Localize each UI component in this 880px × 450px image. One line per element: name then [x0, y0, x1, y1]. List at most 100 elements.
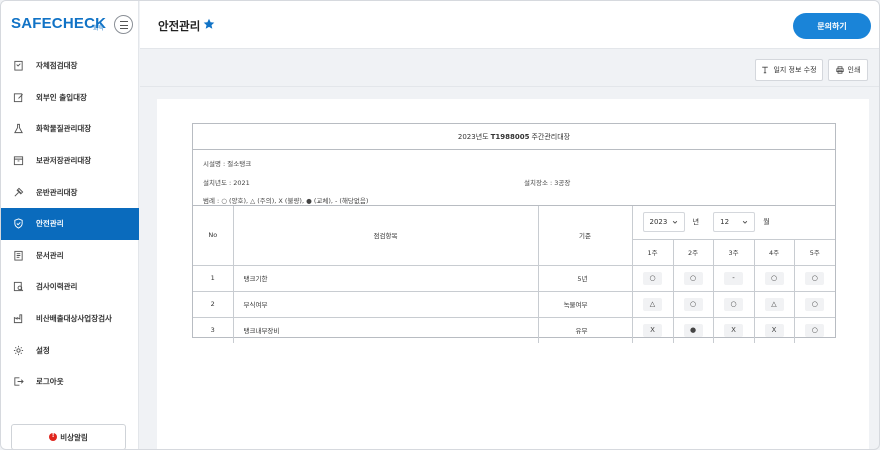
star-icon[interactable] [203, 18, 215, 30]
storage-box-icon [12, 155, 24, 167]
mark-cell[interactable]: ○ [793, 290, 836, 318]
mark-cell[interactable]: X [712, 316, 755, 343]
inspection-history-icon [12, 281, 24, 293]
contact-button[interactable]: 문의하기 [793, 13, 871, 39]
year-select[interactable]: 2023 [642, 212, 685, 233]
alert-icon [49, 432, 58, 441]
mark-cell[interactable]: ○ [793, 264, 836, 292]
hamburger-menu-icon[interactable] [114, 15, 133, 34]
table-row: 1 탱크기한 5년 ○ ○ - ○ ○ [193, 264, 836, 292]
logo-subtitle: 화학 [93, 25, 105, 32]
facility-name: 시설명 : 절소탱크 [203, 160, 252, 168]
emergency-alert-button[interactable]: 비상알림 [11, 424, 126, 449]
row-criteria: 5년 [537, 264, 633, 292]
doc-title-year: 2023년도 [457, 132, 489, 141]
sidebar-item-self-inspection[interactable]: 자체점검대장 [1, 50, 139, 82]
inspection-mark: ○ [683, 271, 703, 285]
sidebar-item-transport[interactable]: 운반관리대장 [1, 176, 139, 208]
edit-log-info-button[interactable]: 일지 정보 수정 [755, 59, 823, 81]
document-title: 2023년도 T1988005 주간관리대장 [193, 124, 835, 150]
sidebar-nav: 자체점검대장 외부인 출입대장 화학물질관리대장 보관저장관리대장 운반관리대장… [1, 50, 139, 398]
col-header-criteria: 기준 [537, 206, 633, 266]
mark-cell[interactable]: ○ [672, 290, 714, 318]
row-criteria: 유무 [537, 316, 633, 343]
inspection-mark: △ [643, 297, 662, 311]
sidebar-item-safety[interactable]: 안전관리 [1, 207, 139, 240]
page-header: 안전관리 문의하기 [140, 1, 879, 49]
mark-cell[interactable]: - [712, 264, 755, 292]
sidebar-item-label: 자체점검대장 [36, 61, 78, 71]
inspection-mark: ○ [683, 297, 703, 311]
factory-icon [12, 313, 24, 325]
sidebar-item-label: 검사이력관리 [36, 282, 78, 292]
sidebar-item-label: 비산배출대상사업장검사 [36, 314, 112, 324]
inspection-mark: - [724, 271, 743, 285]
month-select-value: 12 [720, 218, 730, 227]
row-criteria: 녹물여부 [537, 290, 633, 318]
chevron-down-icon [742, 221, 748, 225]
sidebar-item-visitor-log[interactable]: 외부인 출입대장 [1, 82, 139, 114]
month-unit: 월 [763, 218, 770, 227]
table-header-row: No 점검항목 기준 2023 년 12 월 [193, 206, 836, 266]
logo[interactable]: SAFECHECK [11, 15, 106, 32]
toolbar: 일지 정보 수정 인쇄 [140, 50, 879, 87]
logout-icon [12, 376, 24, 388]
month-select[interactable]: 12 [713, 212, 756, 233]
print-button[interactable]: 인쇄 [828, 59, 868, 81]
table-row: 3 탱크내부장비 유무 X ● X X ○ [193, 316, 836, 343]
transport-icon [12, 186, 24, 198]
logo-row: SAFECHECK 화학 [1, 1, 139, 49]
col-header-item: 점검항목 [232, 206, 539, 266]
sidebar-item-label: 보관저장관리대장 [36, 156, 92, 166]
gear-icon [12, 344, 24, 356]
mark-cell[interactable]: X [631, 316, 674, 343]
inspection-table: No 점검항목 기준 2023 년 12 월 1주 2주 3주 4주 5주 1 … [193, 206, 836, 343]
app-window: SAFECHECK 화학 자체점검대장 외부인 출입대장 화학물질관리대장 보관… [0, 0, 880, 450]
sidebar-item-storage[interactable]: 보관저장관리대장 [1, 145, 139, 177]
sidebar-item-label: 문서관리 [36, 250, 64, 260]
sidebar-item-documents[interactable]: 문서관리 [1, 240, 139, 272]
mark-cell[interactable]: ● [672, 316, 714, 343]
install-year: 설치년도 : 2021 [203, 179, 250, 187]
sidebar-item-label: 화학물질관리대장 [36, 124, 92, 134]
row-no: 3 [193, 316, 234, 343]
doc-title-suffix: 주간관리대장 [531, 132, 571, 141]
table-row: 2 부식여부 녹물여부 △ ○ ○ △ ○ [193, 290, 836, 318]
sidebar-item-settings[interactable]: 설정 [1, 334, 139, 366]
mark-cell[interactable]: ○ [712, 290, 755, 318]
mark-cell[interactable]: X [753, 316, 795, 343]
install-location: 설치장소 : 3공장 [524, 179, 571, 187]
facility-info: 시설명 : 절소탱크 설치년도 : 2021 설치장소 : 3공장 범례 : ○… [193, 150, 835, 206]
year-unit: 년 [692, 218, 700, 227]
mark-cell[interactable]: ○ [631, 264, 674, 292]
row-item: 탱크내부장비 [232, 316, 539, 343]
print-label: 인쇄 [847, 66, 861, 74]
sidebar-item-logout[interactable]: 로그아웃 [1, 366, 139, 398]
mark-cell[interactable]: ○ [753, 264, 795, 292]
edit-icon [12, 91, 24, 103]
mark-cell[interactable]: △ [631, 290, 674, 318]
mark-cell[interactable]: ○ [793, 316, 836, 343]
row-item: 탱크기한 [232, 264, 539, 292]
text-edit-icon [761, 66, 769, 74]
row-item: 부식여부 [232, 290, 539, 318]
inspection-mark: ○ [805, 297, 825, 311]
sidebar-item-inspection-history[interactable]: 검사이력관리 [1, 271, 139, 303]
sidebar-item-chemicals[interactable]: 화학물질관리대장 [1, 113, 139, 145]
week-header: 5주 [793, 238, 836, 266]
year-select-value: 2023 [649, 218, 668, 227]
sidebar-item-emission-inspection[interactable]: 비산배출대상사업장검사 [1, 303, 139, 335]
sidebar: SAFECHECK 화학 자체점검대장 외부인 출입대장 화학물질관리대장 보관… [1, 1, 139, 449]
weekly-log-document: 2023년도 T1988005 주간관리대장 시설명 : 절소탱크 설치년도 :… [192, 123, 836, 343]
row-no: 2 [193, 290, 234, 318]
legend: 범례 : ○ (양호), △ (주의), X (불량), ● (교체), - (… [203, 197, 369, 205]
checklist-icon [12, 60, 24, 72]
week-header: 4주 [753, 238, 795, 266]
sidebar-item-label: 운반관리대장 [36, 187, 78, 197]
sidebar-item-label: 로그아웃 [36, 377, 64, 387]
mark-cell[interactable]: ○ [672, 264, 714, 292]
inspection-mark: X [724, 323, 743, 337]
inspection-mark: ○ [724, 297, 743, 311]
inspection-mark: ● [683, 323, 703, 337]
mark-cell[interactable]: △ [753, 290, 795, 318]
